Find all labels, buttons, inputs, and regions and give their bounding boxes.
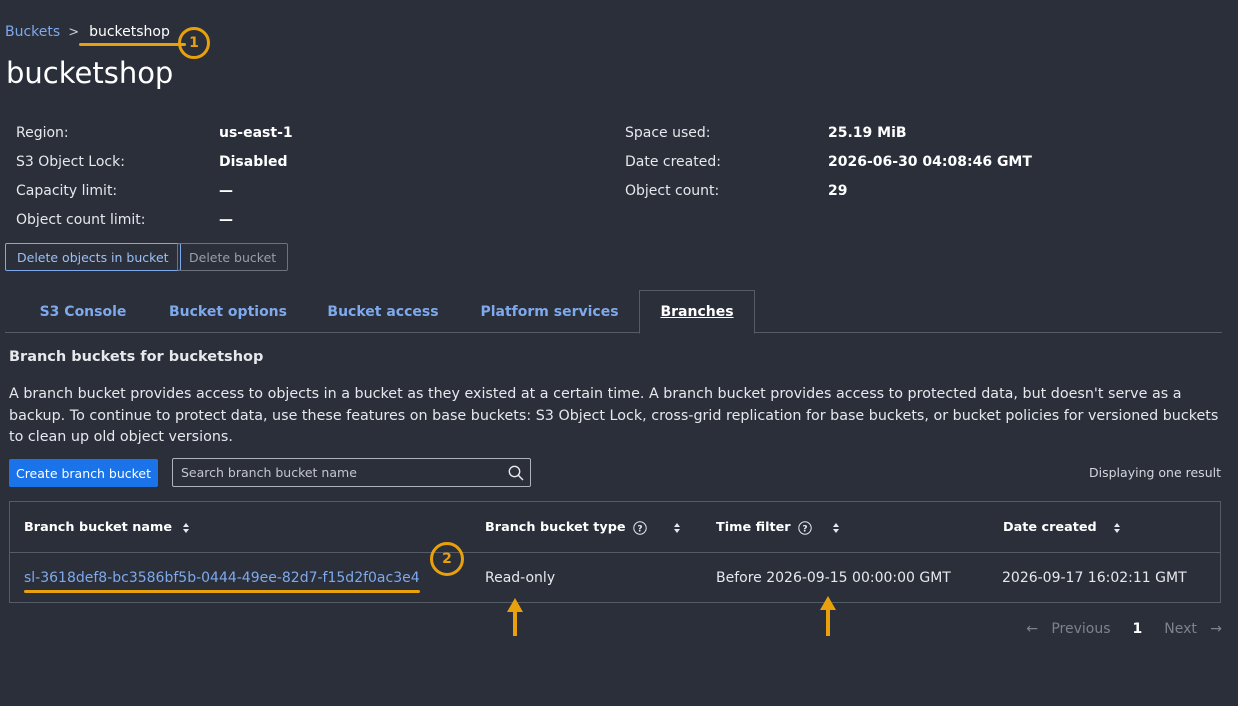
section-title: Branch buckets for bucketshop bbox=[9, 349, 264, 365]
date-created-cell: 2026-09-17 16:02:11 GMT bbox=[1002, 570, 1187, 586]
info-row-object-lock: S3 Object Lock: Disabled bbox=[16, 147, 293, 176]
help-icon[interactable]: ? bbox=[632, 520, 647, 535]
delete-objects-button[interactable]: Delete objects in bucket bbox=[5, 243, 181, 271]
table-row: sl-3618def8-bc3586bf5b-0444-49ee-82d7-f1… bbox=[10, 553, 1220, 603]
search-box bbox=[172, 458, 531, 487]
info-label: Region: bbox=[16, 124, 69, 141]
previous-label: Previous bbox=[1051, 621, 1111, 637]
info-value: — bbox=[219, 182, 233, 199]
info-value: Disabled bbox=[219, 153, 288, 170]
info-label: S3 Object Lock: bbox=[16, 153, 125, 170]
search-input[interactable] bbox=[173, 465, 502, 480]
search-icon[interactable] bbox=[502, 459, 530, 486]
tab-bucket-options[interactable]: Bucket options bbox=[161, 290, 295, 333]
svg-text:?: ? bbox=[802, 524, 807, 534]
tab-bucket-access[interactable]: Bucket access bbox=[310, 290, 456, 333]
breadcrumb: Buckets > bucketshop bbox=[5, 24, 186, 46]
sort-icon[interactable] bbox=[673, 522, 681, 534]
info-row-capacity-limit: Capacity limit: — bbox=[16, 176, 293, 205]
branch-name-cell: sl-3618def8-bc3586bf5b-0444-49ee-82d7-f1… bbox=[24, 553, 420, 603]
annotation-callout-2: 2 bbox=[430, 542, 464, 576]
column-header-label: Branch bucket name bbox=[24, 520, 172, 535]
annotation-arrow-up-icon bbox=[507, 598, 523, 636]
info-value: 29 bbox=[828, 182, 848, 199]
info-row-space-used: Space used: 25.19 MiB bbox=[625, 118, 1032, 147]
info-label: Object count: bbox=[625, 182, 720, 199]
help-icon[interactable]: ? bbox=[797, 520, 812, 535]
column-header-label: Time filter bbox=[716, 520, 791, 535]
delete-bucket-button[interactable]: Delete bucket bbox=[177, 243, 289, 271]
page-number[interactable]: 1 bbox=[1133, 621, 1143, 637]
column-header-time-filter[interactable]: Time filter ? bbox=[716, 502, 840, 553]
info-label: Object count limit: bbox=[16, 211, 146, 228]
sort-icon[interactable] bbox=[832, 522, 840, 534]
info-value: — bbox=[219, 211, 233, 228]
breadcrumb-separator: > bbox=[68, 24, 80, 40]
next-button[interactable]: Next → bbox=[1164, 621, 1222, 637]
bucket-info-left: Region: us-east-1 S3 Object Lock: Disabl… bbox=[16, 118, 293, 234]
info-row-date-created: Date created: 2026-06-30 04:08:46 GMT bbox=[625, 147, 1032, 176]
tab-bar: S3 Console Bucket options Bucket access … bbox=[5, 290, 1222, 334]
info-value: 25.19 MiB bbox=[828, 124, 907, 141]
annotation-underline bbox=[24, 590, 420, 593]
info-label: Space used: bbox=[625, 124, 711, 141]
sort-icon[interactable] bbox=[1113, 522, 1121, 534]
column-header-type[interactable]: Branch bucket type ? bbox=[485, 502, 681, 553]
breadcrumb-buckets-link[interactable]: Buckets bbox=[5, 24, 60, 40]
column-header-label: Branch bucket type bbox=[485, 520, 626, 535]
column-header-date-created[interactable]: Date created bbox=[1003, 502, 1121, 553]
info-label: Capacity limit: bbox=[16, 182, 118, 199]
tab-platform-services[interactable]: Platform services bbox=[468, 290, 631, 333]
next-label: Next bbox=[1164, 621, 1197, 637]
previous-button[interactable]: ← Previous bbox=[1026, 621, 1110, 637]
annotation-arrow-up-icon bbox=[820, 596, 836, 636]
info-label: Date created: bbox=[625, 153, 721, 170]
breadcrumb-current-label: bucketshop bbox=[89, 24, 170, 40]
arrow-right-icon: → bbox=[1210, 621, 1222, 637]
branch-bucket-link[interactable]: sl-3618def8-bc3586bf5b-0444-49ee-82d7-f1… bbox=[24, 570, 420, 593]
table-header: Branch bucket name Branch bucket type ? … bbox=[10, 502, 1220, 553]
result-count: Displaying one result bbox=[1089, 465, 1221, 480]
page-title: bucketshop bbox=[6, 56, 174, 90]
annotation-callout-1: 1 bbox=[178, 27, 210, 59]
info-value: us-east-1 bbox=[219, 124, 293, 141]
info-row-region: Region: us-east-1 bbox=[16, 118, 293, 147]
svg-text:?: ? bbox=[637, 524, 642, 534]
sort-icon[interactable] bbox=[182, 522, 190, 534]
bucket-info-right: Space used: 25.19 MiB Date created: 2026… bbox=[625, 118, 1032, 205]
info-row-object-count-limit: Object count limit: — bbox=[16, 205, 293, 234]
annotation-underline bbox=[79, 43, 186, 46]
pagination: ← Previous 1 Next → bbox=[1026, 621, 1222, 637]
breadcrumb-current: bucketshop bbox=[79, 24, 186, 46]
branch-bucket-name: sl-3618def8-bc3586bf5b-0444-49ee-82d7-f1… bbox=[24, 570, 420, 586]
branch-buckets-table: Branch bucket name Branch bucket type ? … bbox=[9, 501, 1221, 603]
section-description: A branch bucket provides access to objec… bbox=[9, 386, 1219, 445]
info-value: 2026-06-30 04:08:46 GMT bbox=[828, 153, 1032, 170]
column-header-label: Date created bbox=[1003, 520, 1097, 535]
info-row-object-count: Object count: 29 bbox=[625, 176, 1032, 205]
tab-branches[interactable]: Branches bbox=[639, 290, 755, 334]
tab-s3-console[interactable]: S3 Console bbox=[5, 290, 161, 333]
column-header-name[interactable]: Branch bucket name bbox=[24, 502, 190, 553]
arrow-left-icon: ← bbox=[1026, 621, 1038, 637]
create-branch-bucket-button[interactable]: Create branch bucket bbox=[9, 459, 158, 487]
